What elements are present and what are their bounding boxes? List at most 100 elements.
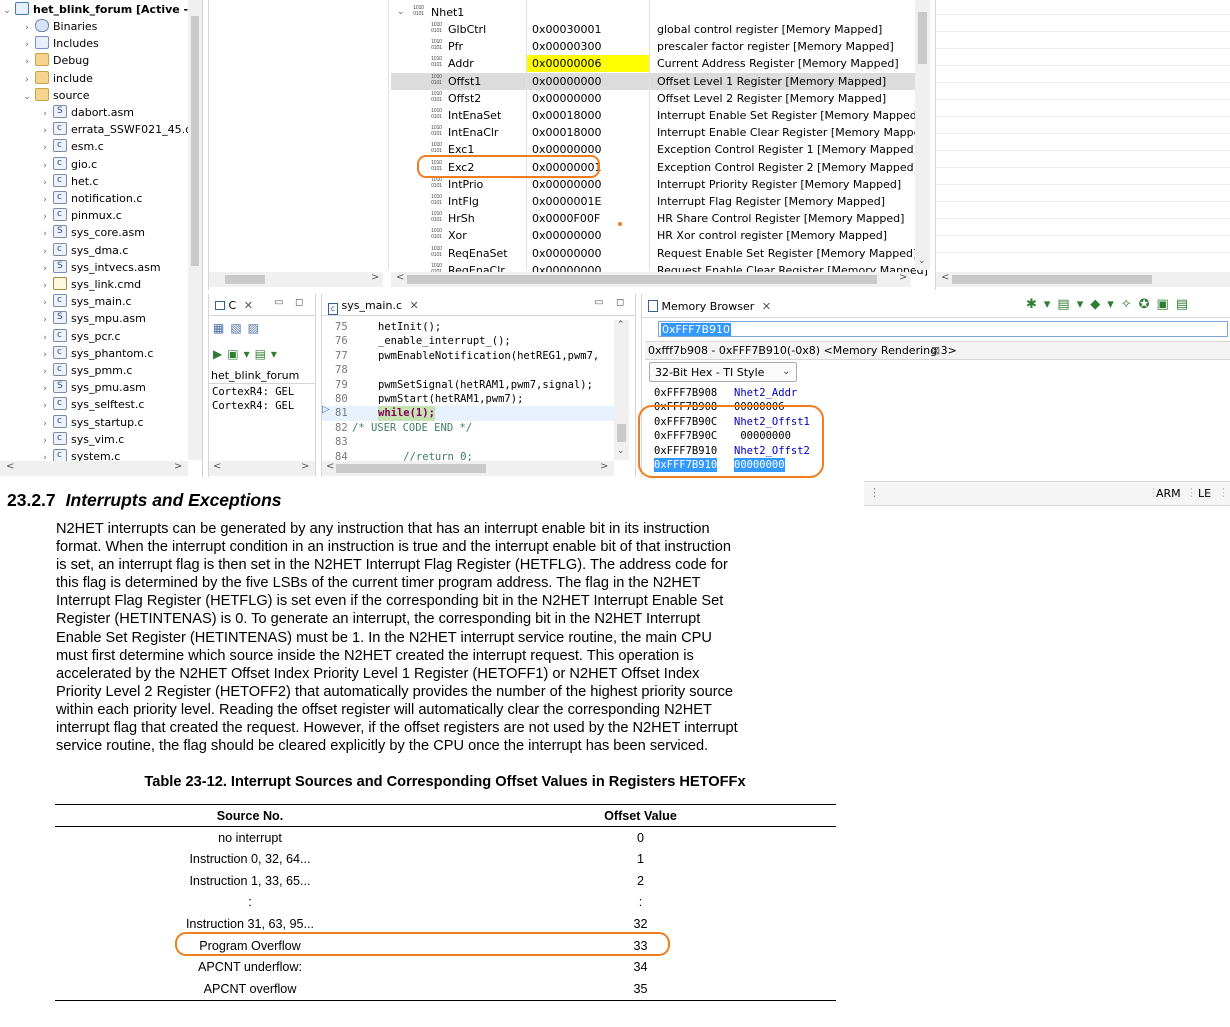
tree-item[interactable]: › Binaries — [22, 18, 97, 35]
explorer-hscrollbar[interactable]: < > — [0, 461, 188, 476]
scroll-right-icon[interactable]: > — [174, 461, 182, 472]
file-item[interactable]: ›sys_phantom.c — [40, 344, 153, 362]
code-line[interactable]: 81 while(1); — [322, 406, 614, 421]
editor-hscrollbar[interactable]: < > — [322, 461, 614, 476]
registers-hscrollbar[interactable]: < > — [391, 272, 911, 287]
scroll-right-icon[interactable]: > — [371, 272, 379, 283]
scroll-up-icon[interactable]: ⌃ — [617, 320, 625, 330]
register-value[interactable]: 0x00000000 — [526, 73, 649, 90]
file-item[interactable]: ›sys_pmm.c — [40, 361, 132, 379]
scroll-left-icon[interactable]: < — [326, 461, 334, 472]
tree-item[interactable]: › Includes — [22, 35, 99, 52]
file-item[interactable]: ›sys_vim.c — [40, 430, 124, 448]
format-select[interactable]: 32-Bit Hex - TI Style ⌄ — [649, 362, 797, 382]
register-value[interactable]: 0x00000000 — [526, 141, 649, 158]
minimize-icon[interactable]: ▭ — [594, 297, 603, 308]
debug-project-name[interactable]: het_blink_forum — [211, 369, 299, 382]
file-item[interactable]: ›sys_pcr.c — [40, 327, 120, 345]
file-item[interactable]: ›sys_pmu.asm — [40, 378, 146, 396]
scroll-left-icon[interactable]: < — [941, 272, 949, 283]
explorer-scroll-thumb[interactable] — [191, 16, 199, 266]
code-line[interactable]: 82 /* USER CODE END */ — [322, 421, 614, 435]
file-item[interactable]: ›sys_core.asm — [40, 223, 145, 241]
minimize-icon[interactable]: ▭ — [274, 297, 283, 308]
code-line[interactable]: 80 pwmStart(hetRAM1,pwm7); — [322, 392, 614, 406]
register-row[interactable]: 1010 0101 Offst2 0x00000000 Offset Level 2 R… — [391, 90, 915, 107]
scroll-right-icon[interactable]: > — [301, 461, 309, 472]
explorer-scrollbar[interactable] — [188, 0, 202, 460]
close-icon[interactable]: ✕ — [410, 299, 419, 312]
editor-vscrollbar[interactable]: ⌃ ⌄ — [614, 320, 629, 460]
tab-debug[interactable]: C ✕ — [215, 297, 253, 315]
code-line[interactable]: 75 hetInit(); — [322, 320, 614, 334]
expressions-hscroll-thumb[interactable] — [952, 275, 1152, 284]
collapse-icon[interactable]: ⌄ — [2, 3, 12, 20]
file-item[interactable]: ›sys_main.c — [40, 292, 131, 310]
editor-hscroll-thumb[interactable] — [336, 464, 486, 473]
register-row[interactable]: 1010 0101 Addr 0x00000006 Current Address Re… — [391, 55, 915, 73]
debug-hscrollbar[interactable]: < > — [209, 461, 315, 476]
file-item[interactable]: ›errata_SSWF021_45.c — [40, 120, 191, 138]
register-row[interactable]: 1010 0101 HrSh 0x0000F00F HR Share Control R… — [391, 210, 915, 227]
code-line[interactable]: 77 pwmEnableNotification(hetREG1,pwm7, — [322, 349, 614, 363]
file-item[interactable]: › sys_link.cmd — [40, 276, 141, 293]
tab-sys-main[interactable]: c sys_main.c ✕ — [328, 297, 419, 315]
register-row[interactable]: 1010 0101 Exc1 0x00000000 Exception Control … — [391, 141, 918, 158]
tree-item[interactable]: › include — [22, 70, 93, 87]
address-input-box[interactable]: 0xFFF7B910 — [658, 321, 1228, 337]
register-value[interactable]: 0x0000001E — [526, 193, 649, 210]
register-value[interactable]: 0x00000000 — [526, 245, 649, 262]
memory-value[interactable]: 00000000 — [734, 458, 785, 473]
scroll-left-icon[interactable]: < — [396, 272, 404, 283]
scroll-down-icon[interactable]: ⌄ — [918, 256, 926, 266]
register-row[interactable]: 1010 0101 Xor 0x00000000 HR Xor control regi… — [391, 227, 915, 244]
register-value[interactable]: 0x00018000 — [526, 124, 649, 141]
editor-vscroll-thumb[interactable] — [617, 424, 626, 442]
register-value[interactable]: 0x00000300 — [526, 38, 649, 55]
register-value[interactable]: 0x00000006 — [526, 55, 649, 73]
register-value[interactable]: 0x00000000 — [526, 227, 649, 244]
blank-hscrollbar[interactable]: > — [209, 272, 383, 287]
register-value[interactable]: 0x0000F00F — [526, 210, 649, 227]
register-row[interactable]: 1010 0101 Exc2 0x00000001 Exception Control … — [391, 159, 918, 176]
project-root[interactable]: ⌄ het_blink_forum [Active - I — [2, 1, 196, 18]
file-item[interactable]: ›esm.c — [40, 137, 104, 155]
register-value[interactable]: 0x00000000 — [526, 176, 649, 193]
file-item[interactable]: ›sys_intvecs.asm — [40, 258, 160, 276]
scroll-left-icon[interactable]: < — [6, 461, 14, 472]
scroll-left-icon[interactable]: < — [213, 461, 221, 472]
blank-hscroll-thumb[interactable] — [225, 275, 265, 284]
memory-value[interactable]: 00000000 — [734, 429, 791, 443]
close-icon[interactable]: ✕ — [244, 299, 253, 312]
register-value[interactable]: 0x00018000 — [526, 107, 649, 124]
registers-vscrollbar[interactable]: ⌄ — [915, 0, 930, 270]
memory-toolbar[interactable]: ✱▾▤▾◆▾✧✪▣▤ — [1026, 297, 1195, 312]
register-group-row[interactable]: ⌄ 1010 0101 Nhet1 — [391, 4, 915, 21]
code-line[interactable]: 79 pwmSetSignal(hetRAM1,pwm7,signal); — [322, 378, 614, 392]
tree-item[interactable]: › Debug — [22, 52, 89, 69]
address-input[interactable]: 0xFFF7B910 — [661, 323, 732, 336]
expand-chevron-icon[interactable]: ⌄ — [397, 4, 405, 21]
memory-value[interactable]: 00000006 — [734, 400, 785, 414]
register-value[interactable]: 0x00030001 — [526, 21, 649, 38]
tab-memory-browser[interactable]: Memory Browser ✕ — [648, 298, 771, 316]
file-item[interactable]: ›sys_mpu.asm — [40, 309, 146, 327]
maximize-icon[interactable]: ◻ — [616, 297, 624, 308]
file-item[interactable]: ›pinmux.c — [40, 206, 122, 224]
chevron-down-icon[interactable]: ⌄ — [22, 89, 32, 106]
debug-toolbar-row2[interactable]: ▶▣▾▤▾ — [213, 347, 282, 361]
scroll-right-icon[interactable]: > — [600, 461, 608, 472]
maximize-icon[interactable]: ◻ — [295, 297, 303, 308]
core-item[interactable]: CortexR4: GEL — [212, 399, 294, 413]
register-value[interactable]: 0x00000001 — [526, 159, 649, 176]
register-row[interactable]: 1010 0101 GlbCtrl 0x00030001 global control … — [391, 21, 915, 38]
code-line[interactable]: 76 _enable_interrupt_(); — [322, 334, 614, 348]
register-row[interactable]: 1010 0101 IntFlg 0x0000001E Interrupt Flag R… — [391, 193, 915, 210]
register-row[interactable]: 1010 0101 Offst1 0x00000000 Offset Level 1 R… — [391, 72, 915, 90]
register-row[interactable]: 1010 0101 Pfr 0x00000300 prescaler factor re… — [391, 38, 915, 55]
file-item[interactable]: ›dabort.asm — [40, 103, 134, 121]
file-item[interactable]: ›sys_dma.c — [40, 241, 128, 259]
code-line[interactable]: 78 — [322, 363, 614, 377]
register-value[interactable]: 0x00000000 — [526, 90, 649, 107]
tree-item[interactable]: ⌄ source — [22, 87, 90, 104]
